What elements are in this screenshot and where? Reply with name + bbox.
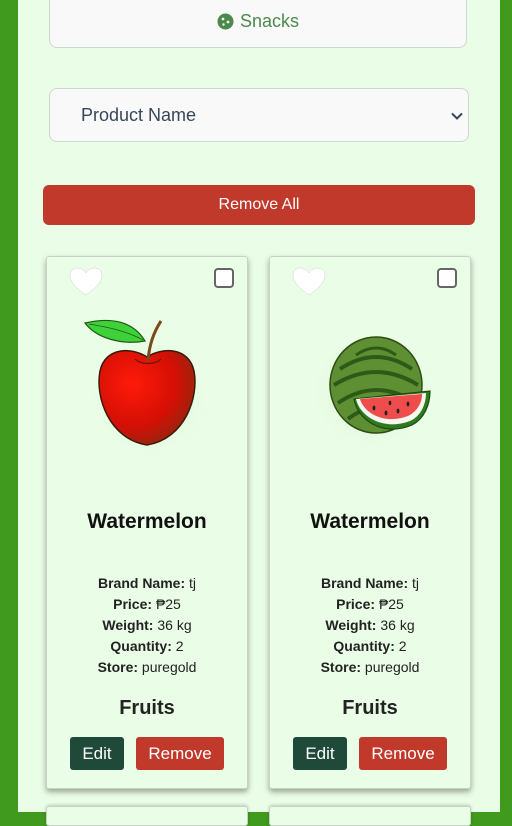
quantity-label: Quantity: xyxy=(110,638,172,654)
edit-button[interactable]: Edit xyxy=(70,737,124,770)
product-category: Fruits xyxy=(119,697,175,719)
quantity-label: Quantity: xyxy=(333,638,395,654)
watermelon-icon xyxy=(300,309,440,464)
product-card-partial xyxy=(269,806,471,826)
apple-icon xyxy=(77,309,217,464)
remove-button[interactable]: Remove xyxy=(359,737,447,770)
brand-value: tj xyxy=(412,575,420,591)
category-filter-label: Snacks xyxy=(239,10,300,31)
remove-all-button[interactable]: Remove All xyxy=(43,185,475,225)
brand-value: tj xyxy=(189,575,197,591)
select-checkbox[interactable] xyxy=(437,268,457,288)
price-line: Price: ₱25 xyxy=(270,594,470,615)
heart-icon[interactable] xyxy=(69,267,103,302)
remove-button[interactable]: Remove xyxy=(136,737,224,770)
store-line: Store: puregold xyxy=(47,657,247,678)
price-value: ₱25 xyxy=(378,596,404,612)
weight-line: Weight: 36 kg xyxy=(47,615,247,636)
store-value: puregold xyxy=(141,659,197,675)
weight-label: Weight: xyxy=(325,617,377,633)
weight-value: 36 kg xyxy=(380,617,415,633)
chevron-down-icon xyxy=(450,107,464,128)
product-card: Watermelon Brand Name: tj Price: ₱25 Wei… xyxy=(269,256,471,789)
price-line: Price: ₱25 xyxy=(47,594,247,615)
product-name: Watermelon xyxy=(87,510,207,533)
store-label: Store: xyxy=(320,659,362,675)
heart-icon[interactable] xyxy=(292,267,326,302)
brand-line: Brand Name: tj xyxy=(47,573,247,594)
weight-line: Weight: 36 kg xyxy=(270,615,470,636)
brand-label: Brand Name: xyxy=(320,575,409,591)
select-checkbox[interactable] xyxy=(214,268,234,288)
quantity-value: 2 xyxy=(398,638,407,654)
main-panel: Snacks Product Name Remove All Watermelo… xyxy=(18,0,500,826)
product-details: Brand Name: tj Price: ₱25 Weight: 36 kg … xyxy=(47,573,247,678)
weight-label: Weight: xyxy=(102,617,154,633)
product-name: Watermelon xyxy=(310,510,430,533)
sort-select-value: Product Name xyxy=(81,104,197,125)
product-card: Watermelon Brand Name: tj Price: ₱25 Wei… xyxy=(46,256,248,789)
category-filter-button[interactable]: Snacks xyxy=(49,0,467,48)
product-card-partial xyxy=(46,806,248,826)
product-category: Fruits xyxy=(342,697,398,719)
price-label: Price: xyxy=(336,596,376,612)
quantity-value: 2 xyxy=(175,638,184,654)
brand-line: Brand Name: tj xyxy=(270,573,470,594)
store-value: puregold xyxy=(364,659,420,675)
cookie-icon xyxy=(217,13,234,30)
quantity-line: Quantity: 2 xyxy=(270,636,470,657)
weight-value: 36 kg xyxy=(157,617,192,633)
sort-select[interactable]: Product Name xyxy=(49,88,469,142)
edit-button[interactable]: Edit xyxy=(293,737,347,770)
price-label: Price: xyxy=(113,596,153,612)
brand-label: Brand Name: xyxy=(97,575,186,591)
store-label: Store: xyxy=(97,659,139,675)
store-line: Store: puregold xyxy=(270,657,470,678)
product-details: Brand Name: tj Price: ₱25 Weight: 36 kg … xyxy=(270,573,470,678)
price-value: ₱25 xyxy=(155,596,181,612)
quantity-line: Quantity: 2 xyxy=(47,636,247,657)
